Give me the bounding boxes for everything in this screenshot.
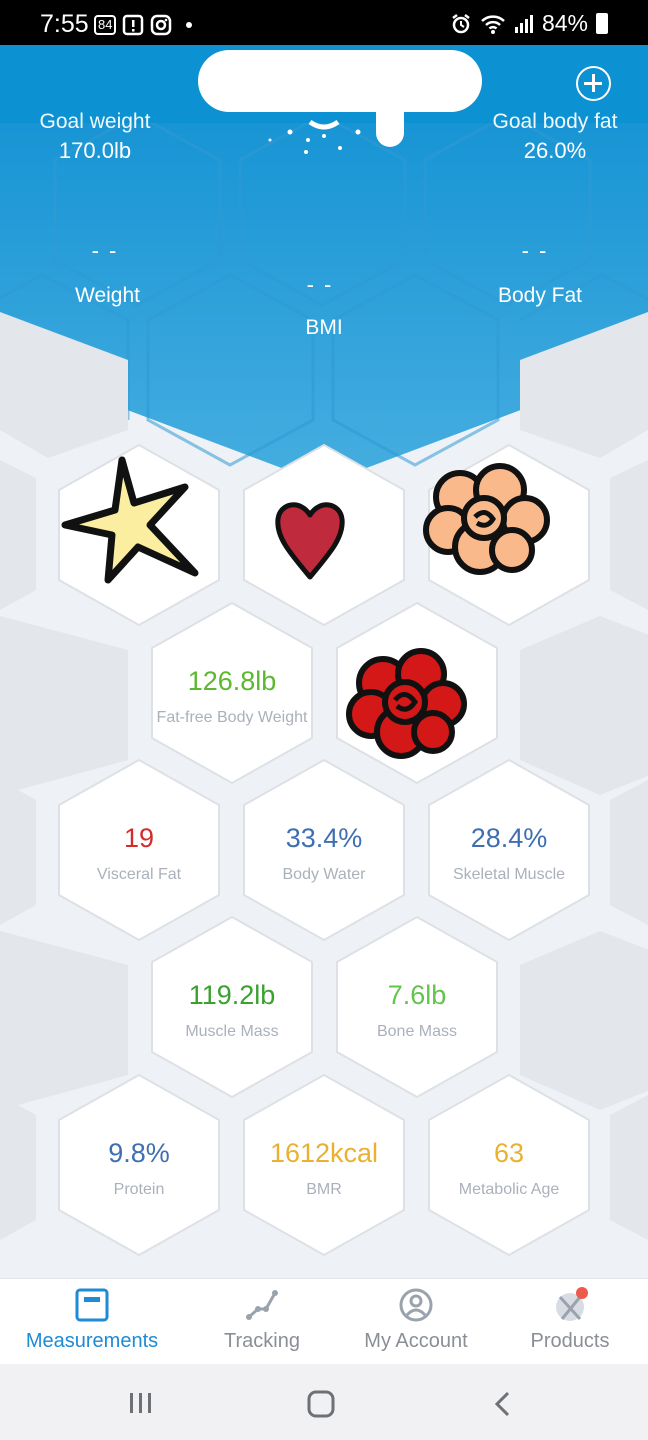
- nav-tracking-label: Tracking: [224, 1330, 300, 1352]
- metric-label: Skeletal Muscle: [452, 866, 566, 883]
- nav-my-account-label: My Account: [364, 1330, 468, 1352]
- metric-value: 9.8%: [108, 1138, 170, 1168]
- scale-icon: [75, 1288, 109, 1322]
- products-icon: [556, 1287, 588, 1321]
- red-rose-sticker: [346, 648, 467, 759]
- metric-value: 28.4%: [470, 823, 548, 853]
- metric-cell[interactable]: 1612kcal BMR: [240, 1072, 408, 1258]
- heart-sticker: [275, 502, 345, 580]
- metric-label: Fat-free Body Weight: [156, 709, 308, 726]
- nav-products[interactable]: Products: [490, 1279, 648, 1365]
- user-circle-icon: [399, 1288, 433, 1322]
- metric-label: Metabolic Age: [458, 1181, 560, 1198]
- metric-value: 119.2lb: [188, 980, 276, 1010]
- metric-value: 33.4%: [285, 823, 363, 853]
- metric-label: Protein: [113, 1181, 165, 1198]
- system-navigation-bar: [0, 1364, 648, 1440]
- recent-apps-icon[interactable]: [128, 1391, 154, 1415]
- nav-measurements-label: Measurements: [25, 1330, 159, 1352]
- metric-value: 1612kcal: [269, 1138, 379, 1168]
- nav-measurements[interactable]: Measurements: [10, 1279, 174, 1365]
- metric-label: Visceral Fat: [96, 866, 182, 883]
- metric-cell[interactable]: 63 Metabolic Age: [425, 1072, 593, 1258]
- metric-value: 7.6lb: [387, 980, 447, 1010]
- metric-value: 19: [123, 823, 155, 853]
- metric-cell[interactable]: 9.8% Protein: [55, 1072, 223, 1258]
- metric-value: 63: [493, 1138, 525, 1168]
- star-sticker: [61, 456, 199, 584]
- metric-label: Muscle Mass: [185, 1023, 279, 1040]
- bottom-navigation: Measurements Tracking My Account Product…: [0, 1278, 648, 1364]
- metric-value: 126.8lb: [187, 666, 277, 696]
- nav-my-account[interactable]: My Account: [334, 1279, 498, 1365]
- back-icon[interactable]: [492, 1390, 514, 1418]
- metric-label: BMR: [306, 1181, 342, 1198]
- nav-products-label: Products: [530, 1330, 610, 1352]
- nav-tracking[interactable]: Tracking: [180, 1279, 344, 1365]
- home-icon[interactable]: [307, 1390, 335, 1418]
- peach-flower-sticker: [423, 463, 550, 575]
- chart-line-icon: [246, 1290, 278, 1320]
- metric-label: Body Water: [282, 866, 366, 883]
- metric-label: Bone Mass: [376, 1023, 458, 1040]
